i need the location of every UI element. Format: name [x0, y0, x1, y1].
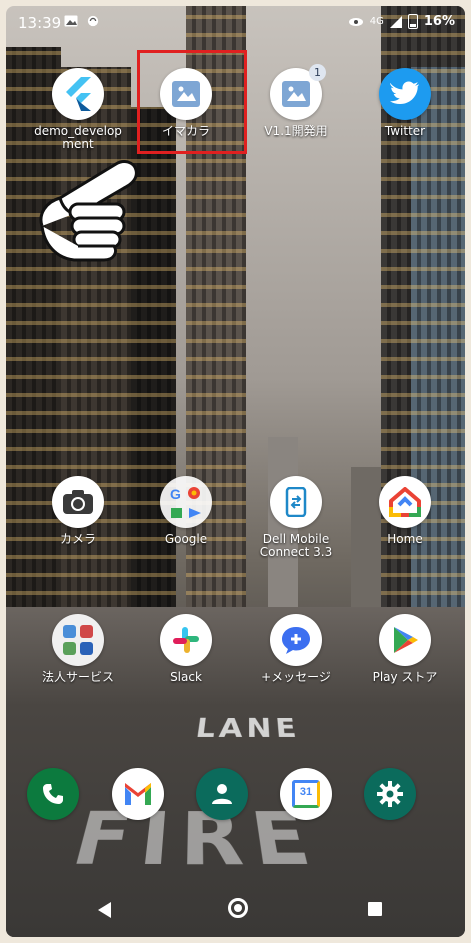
dell-mobile-connect-icon — [270, 476, 322, 528]
home-button[interactable] — [228, 898, 248, 918]
app-label: カメラ — [59, 532, 96, 546]
phone-screen: LANE FIRE 13:39 4G 16% demo_develop ment… — [6, 6, 465, 937]
status-right-cluster: 4G 16% — [348, 14, 455, 29]
settings-gear-icon — [364, 768, 416, 820]
phone-icon — [27, 768, 79, 820]
svg-text:G: G — [170, 486, 181, 502]
battery-percent: 16% — [423, 14, 455, 29]
app-camera[interactable]: カメラ — [28, 476, 128, 546]
business-service-icon — [52, 614, 104, 666]
app-label: V1.1開発用 — [264, 124, 328, 138]
eye-icon — [348, 17, 363, 26]
app-label: +メッセージ — [261, 670, 331, 684]
image-notification-icon — [64, 15, 78, 27]
app-google-home[interactable]: Home — [355, 476, 455, 546]
app-label: 法人サービス — [41, 670, 114, 684]
navigation-bar — [6, 887, 465, 937]
google-home-icon — [379, 476, 431, 528]
app-business-service[interactable]: 法人サービス — [28, 614, 128, 684]
calendar-icon: 31 — [280, 768, 332, 820]
app-label: Twitter — [384, 124, 426, 138]
google-folder-icon: G — [160, 476, 212, 528]
app-label: Slack — [170, 670, 202, 684]
flutter-icon — [52, 68, 104, 120]
gmail-icon — [112, 768, 164, 820]
dock-settings[interactable] — [340, 768, 440, 820]
app-twitter[interactable]: Twitter — [355, 68, 455, 138]
app-label: Google — [164, 532, 208, 546]
app-plus-message[interactable]: +メッセージ — [246, 614, 346, 684]
notification-badge: 1 — [309, 64, 326, 81]
road-text-lane: LANE — [193, 713, 303, 745]
app-label: demo_develop ment — [34, 124, 122, 151]
recents-button[interactable] — [368, 902, 382, 916]
app-v1-1-dev[interactable]: 1 V1.1開発用 — [246, 64, 346, 138]
plus-message-icon — [270, 614, 322, 666]
imakara-dev-icon: 1 — [270, 64, 326, 120]
app-label: Dell Mobile Connect 3.3 — [259, 532, 333, 559]
back-button[interactable] — [98, 902, 111, 918]
sync-notification-icon — [87, 15, 99, 27]
twitter-bird-icon — [379, 68, 431, 120]
battery-icon — [407, 14, 418, 29]
app-google-folder[interactable]: G Google — [136, 476, 236, 546]
status-bar: 13:39 4G 16% — [6, 6, 465, 36]
status-time: 13:39 — [18, 14, 62, 32]
app-dell-mobile-connect[interactable]: Dell Mobile Connect 3.3 — [246, 476, 346, 559]
app-label: Home — [387, 532, 423, 546]
signal-icon — [389, 15, 402, 28]
contacts-icon — [196, 768, 248, 820]
slack-icon — [160, 614, 212, 666]
app-play-store[interactable]: Play ストア — [355, 614, 455, 684]
network-type: 4G — [369, 16, 384, 27]
app-demo-development[interactable]: demo_develop ment — [28, 68, 128, 151]
app-slack[interactable]: Slack — [136, 614, 236, 684]
highlight-box — [137, 50, 247, 154]
pointing-hand-icon — [39, 160, 138, 262]
app-label: Play ストア — [372, 670, 438, 684]
play-store-icon — [379, 614, 431, 666]
camera-icon — [52, 476, 104, 528]
calendar-day: 31 — [299, 786, 313, 798]
wallpaper-building — [411, 67, 465, 667]
